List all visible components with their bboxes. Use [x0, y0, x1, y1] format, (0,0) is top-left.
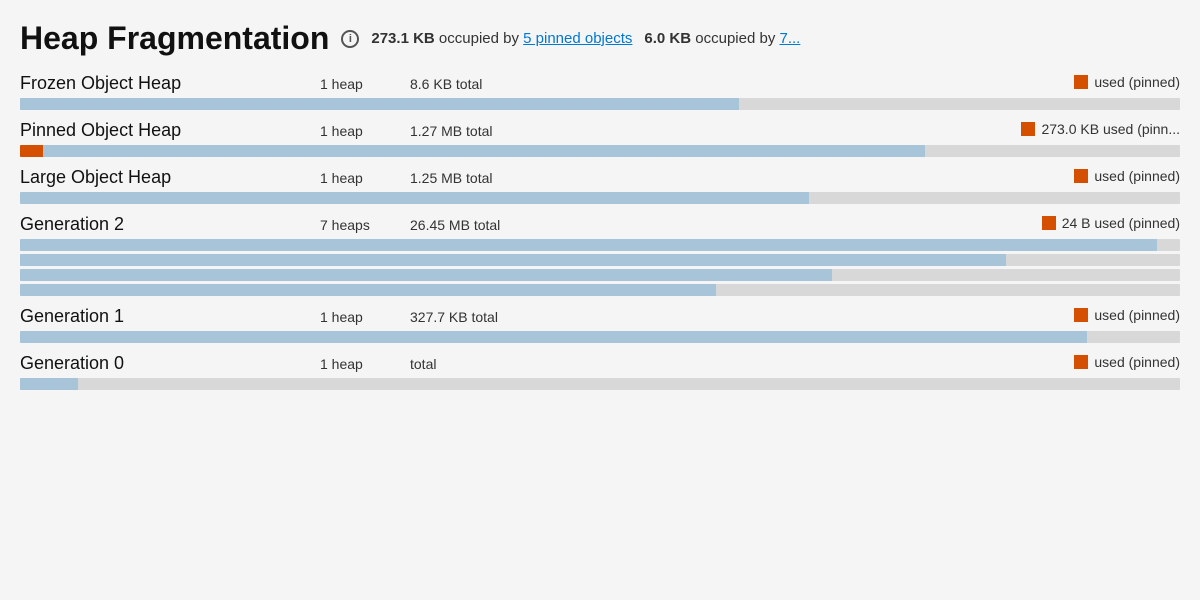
- legend-text: used (pinned): [1094, 168, 1180, 184]
- section-name: Generation 1: [20, 306, 320, 327]
- section-legend: used (pinned): [1074, 354, 1180, 370]
- bar-container: [20, 145, 1180, 157]
- section-size: 1.25 MB total: [410, 170, 570, 186]
- sections-container: Frozen Object Heap1 heap8.6 KB totalused…: [20, 73, 1180, 390]
- section-frozen-object-heap: Frozen Object Heap1 heap8.6 KB total used…: [20, 73, 1180, 110]
- legend-text: used (pinned): [1094, 74, 1180, 90]
- header-stat1-text: occupied by: [439, 30, 519, 47]
- section-size: 1.27 MB total: [410, 123, 570, 139]
- bar-fill: [20, 284, 716, 296]
- section-legend: used (pinned): [1074, 168, 1180, 184]
- bar-container: [20, 98, 1180, 110]
- page-container: Heap Fragmentation i 273.1 KB occupied b…: [0, 0, 1200, 600]
- section-count: 1 heap: [320, 356, 410, 372]
- section-count: 1 heap: [320, 76, 410, 92]
- section-header-row: Generation 27 heaps26.45 MB total 24 B us…: [20, 214, 1180, 235]
- page-header: Heap Fragmentation i 273.1 KB occupied b…: [20, 20, 1180, 57]
- bar-fill: [20, 98, 739, 110]
- legend-color-box: [1021, 122, 1035, 136]
- legend-text: used (pinned): [1094, 307, 1180, 323]
- legend-color-box: [1074, 308, 1088, 322]
- section-size: 8.6 KB total: [410, 76, 570, 92]
- pinned-objects-link[interactable]: 5 pinned objects: [523, 30, 632, 47]
- section-legend: used (pinned): [1074, 307, 1180, 323]
- header-stat1: 273.1 KB occupied by 5 pinned objects: [371, 30, 632, 47]
- bar-pinned: [20, 145, 43, 157]
- bar-fill: [20, 269, 832, 281]
- bar-row-3: [20, 284, 1180, 296]
- section-header-row: Large Object Heap1 heap1.25 MB total used…: [20, 167, 1180, 188]
- section-count: 1 heap: [320, 309, 410, 325]
- multi-bar: [20, 239, 1180, 296]
- section-legend: 273.0 KB used (pinn...: [1021, 121, 1180, 137]
- legend-color-box: [1042, 216, 1056, 230]
- section-header-row: Generation 01 heaptotal used (pinned): [20, 353, 1180, 374]
- section-name: Generation 2: [20, 214, 320, 235]
- section-name: Frozen Object Heap: [20, 73, 320, 94]
- bar-fill: [20, 378, 78, 390]
- bar-container: [20, 331, 1180, 343]
- bar-fill: [20, 331, 1087, 343]
- section-size: 26.45 MB total: [410, 217, 570, 233]
- objects-link2[interactable]: 7...: [780, 30, 801, 47]
- info-icon[interactable]: i: [341, 30, 359, 48]
- section-large-object-heap: Large Object Heap1 heap1.25 MB total used…: [20, 167, 1180, 204]
- legend-text: used (pinned): [1094, 354, 1180, 370]
- section-generation-0: Generation 01 heaptotal used (pinned): [20, 353, 1180, 390]
- section-legend: 24 B used (pinned): [1042, 215, 1180, 231]
- bar-container: [20, 192, 1180, 204]
- section-header-row: Frozen Object Heap1 heap8.6 KB total used…: [20, 73, 1180, 94]
- legend-color-box: [1074, 355, 1088, 369]
- section-size: total: [410, 356, 570, 372]
- section-pinned-object-heap: Pinned Object Heap1 heap1.27 MB total 273…: [20, 120, 1180, 157]
- bar-fill: [20, 145, 925, 157]
- section-generation-2: Generation 27 heaps26.45 MB total 24 B us…: [20, 214, 1180, 296]
- section-name: Pinned Object Heap: [20, 120, 320, 141]
- section-header-row: Pinned Object Heap1 heap1.27 MB total 273…: [20, 120, 1180, 141]
- bar-container: [20, 378, 1180, 390]
- header-stat2: 6.0 KB occupied by 7...: [644, 30, 800, 47]
- page-title: Heap Fragmentation: [20, 20, 329, 57]
- bar-fill: [20, 254, 1006, 266]
- header-stat2-amount: 6.0 KB: [644, 30, 691, 47]
- bar-fill: [20, 192, 809, 204]
- legend-color-box: [1074, 169, 1088, 183]
- bar-row-1: [20, 254, 1180, 266]
- section-count: 7 heaps: [320, 217, 410, 233]
- section-name: Generation 0: [20, 353, 320, 374]
- legend-text: 273.0 KB used (pinn...: [1041, 121, 1180, 137]
- header-stat2-text: occupied by: [695, 30, 779, 47]
- section-size: 327.7 KB total: [410, 309, 570, 325]
- bar-row-0: [20, 239, 1180, 251]
- bar-fill: [20, 239, 1157, 251]
- section-name: Large Object Heap: [20, 167, 320, 188]
- bar-row-2: [20, 269, 1180, 281]
- section-header-row: Generation 11 heap327.7 KB total used (pi…: [20, 306, 1180, 327]
- section-count: 1 heap: [320, 170, 410, 186]
- legend-text: 24 B used (pinned): [1062, 215, 1180, 231]
- section-legend: used (pinned): [1074, 74, 1180, 90]
- header-stat1-amount: 273.1 KB: [371, 30, 434, 47]
- section-generation-1: Generation 11 heap327.7 KB total used (pi…: [20, 306, 1180, 343]
- section-count: 1 heap: [320, 123, 410, 139]
- legend-color-box: [1074, 75, 1088, 89]
